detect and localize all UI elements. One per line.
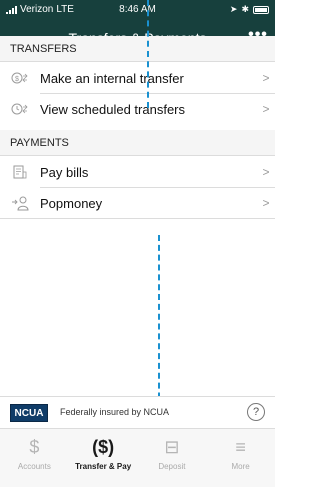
- svg-text:$: $: [15, 76, 19, 83]
- location-icon: ➤: [229, 4, 238, 14]
- list-item-pay-bills[interactable]: Pay bills >: [0, 157, 275, 187]
- dollar-icon: $: [29, 436, 40, 457]
- tab-accounts[interactable]: $ Accounts: [0, 429, 69, 487]
- menu-icon: ≡: [235, 436, 246, 457]
- person-send-icon: [0, 195, 40, 211]
- tab-more[interactable]: ≡ More: [206, 429, 275, 487]
- bluetooth-icon: ✱: [241, 4, 249, 14]
- tab-label: Transfer & Pay: [75, 462, 132, 471]
- tab-label: More: [231, 462, 250, 471]
- list-bottom-divider: [0, 218, 275, 219]
- chevron-right-icon: >: [262, 71, 270, 85]
- ncua-logo: NCUA: [10, 404, 48, 422]
- status-indicators: ➤ ✱: [230, 4, 269, 15]
- chevron-right-icon: >: [262, 196, 270, 210]
- list-item-label: Pay bills: [40, 164, 89, 180]
- bill-icon: [0, 164, 40, 180]
- battery-icon: [253, 5, 269, 14]
- check-deposit-icon: ⊟: [164, 436, 180, 457]
- annotation-dash-line-top: [147, 0, 149, 108]
- chevron-right-icon: >: [262, 102, 270, 116]
- tab-transfer-pay[interactable]: ($) Transfer & Pay: [69, 429, 138, 487]
- list-item-scheduled-transfers[interactable]: View scheduled transfers >: [0, 94, 275, 124]
- clock-transfer-icon: [0, 102, 40, 116]
- dollar-transfer-icon: $: [0, 71, 40, 85]
- insurance-text: Federally insured by NCUA: [60, 407, 170, 417]
- list-item-popmoney[interactable]: Popmoney >: [0, 188, 275, 218]
- tab-deposit[interactable]: ⊟ Deposit: [138, 429, 207, 487]
- tab-label: Deposit: [158, 462, 186, 471]
- status-bar: Verizon LTE 8:46 AM ➤ ✱: [0, 0, 275, 20]
- list-item-label: Popmoney: [40, 195, 103, 211]
- section-header-payments: PAYMENTS: [0, 130, 275, 156]
- insurance-footer: NCUA Federally insured by NCUA ?: [0, 396, 275, 428]
- tab-bar: $ Accounts ($) Transfer & Pay ⊟ Deposit …: [0, 428, 275, 487]
- list-item-internal-transfer[interactable]: $ Make an internal transfer >: [0, 63, 275, 93]
- chevron-right-icon: >: [262, 165, 270, 179]
- circled-dollar-icon: ($): [92, 436, 115, 457]
- section-header-transfers: TRANSFERS: [0, 36, 275, 62]
- tab-label: Accounts: [17, 462, 51, 471]
- help-button[interactable]: ?: [247, 403, 265, 421]
